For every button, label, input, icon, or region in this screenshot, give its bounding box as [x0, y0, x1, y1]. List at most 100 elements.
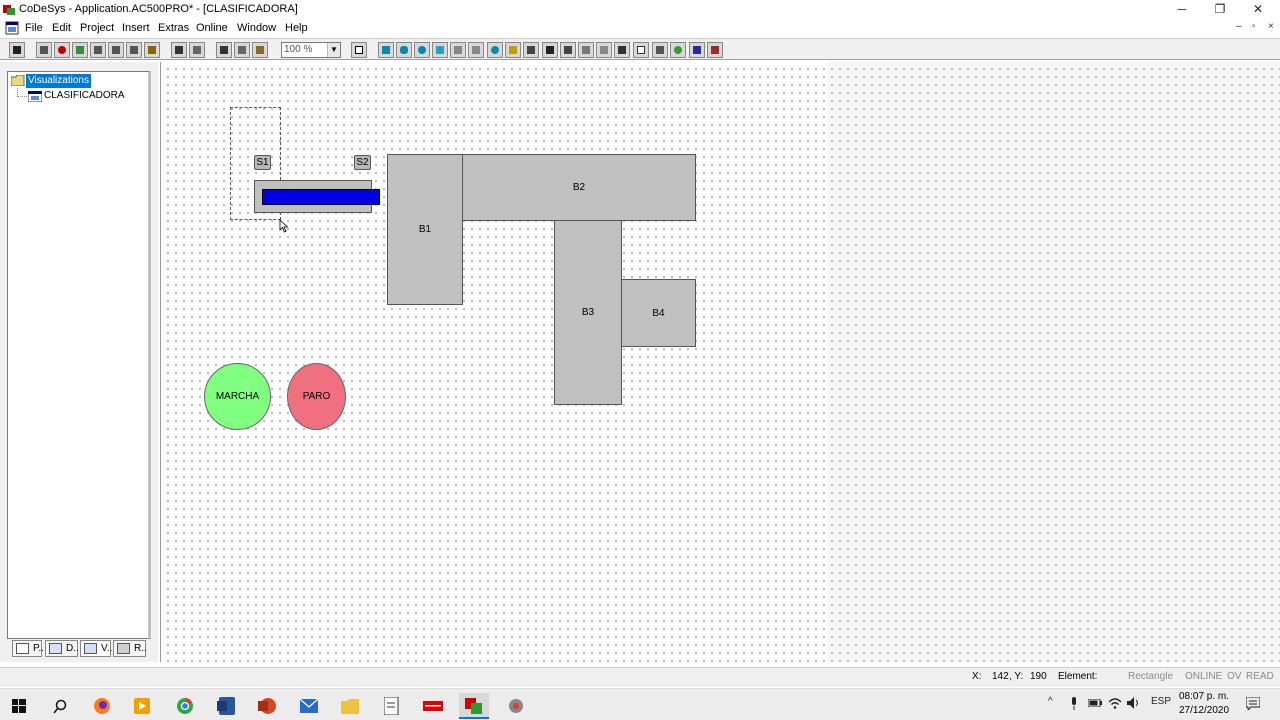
mdi-close-button[interactable]: ×	[1268, 21, 1274, 32]
explorer-icon[interactable]	[335, 693, 365, 719]
coord-y-value: 190	[1030, 671, 1047, 682]
cut-2-icon[interactable]	[216, 42, 232, 58]
resources-icon	[117, 643, 130, 654]
copy-2-icon[interactable]	[234, 42, 250, 58]
search-icon[interactable]	[45, 693, 75, 719]
visualization-canvas[interactable]: S1 S2 B1 B2 B3 B4 MARCHA PARO	[160, 62, 1280, 662]
conveyor-bar[interactable]	[262, 189, 380, 205]
bin-b3-label: B3	[581, 307, 595, 318]
codesys-icon[interactable]	[459, 693, 489, 719]
battery-icon[interactable]	[1088, 699, 1102, 707]
ellipse-tool-icon[interactable]	[414, 42, 430, 58]
step-in-icon[interactable]	[108, 42, 124, 58]
tab-resources[interactable]: R..	[113, 640, 147, 657]
minimize-button[interactable]: ─	[1162, 0, 1202, 19]
scrollbar-tool-icon[interactable]	[652, 42, 668, 58]
grid-tool-icon[interactable]	[614, 42, 630, 58]
menu-insert[interactable]: Insert	[122, 22, 150, 34]
copy-icon[interactable]	[189, 42, 205, 58]
bin-b4[interactable]: B4	[621, 279, 696, 347]
sensor-s2-label[interactable]: S2	[354, 155, 371, 170]
clock[interactable]: 08:07 p. m. 27/12/2020	[1174, 690, 1234, 718]
pou-icon	[16, 643, 29, 654]
visualization-tool-icon[interactable]	[523, 42, 539, 58]
notifications-icon[interactable]	[1246, 697, 1260, 710]
tab-data-types[interactable]: D..	[45, 640, 79, 657]
rectangle-tool-icon[interactable]	[378, 42, 394, 58]
document-icon[interactable]	[5, 21, 19, 35]
abb-icon[interactable]	[418, 693, 448, 719]
paste-icon[interactable]	[252, 42, 268, 58]
menu-edit[interactable]: Edit	[52, 22, 71, 34]
element-label: Element:	[1058, 671, 1098, 682]
select-pointer-icon[interactable]	[351, 42, 367, 58]
firefox-icon[interactable]	[87, 693, 117, 719]
read-indicator: READ	[1246, 671, 1274, 682]
tree-connector	[18, 96, 27, 97]
paro-label: PARO	[302, 391, 331, 402]
zoom-select[interactable]: 100 % ▼	[281, 42, 341, 58]
microphone-icon[interactable]	[1070, 697, 1078, 710]
polygon-tool-icon[interactable]	[432, 42, 448, 58]
powerpoint-icon[interactable]	[252, 693, 282, 719]
curve-tool-icon[interactable]	[468, 42, 484, 58]
chrome-icon[interactable]	[170, 693, 200, 719]
menu-file[interactable]: File	[25, 22, 43, 34]
close-button[interactable]: ✕	[1238, 0, 1278, 19]
codesys-2-icon[interactable]	[501, 693, 531, 719]
mail-icon[interactable]	[294, 693, 324, 719]
meter-tool-icon[interactable]	[670, 42, 686, 58]
app-icon[interactable]	[127, 693, 157, 719]
polyline-tool-icon[interactable]	[450, 42, 466, 58]
step-over-icon[interactable]	[90, 42, 106, 58]
cut-icon[interactable]	[171, 42, 187, 58]
start-icon[interactable]	[4, 693, 34, 719]
tree-node-clasificadora[interactable]: CLASIFICADORA	[44, 89, 125, 103]
chevron-up-icon[interactable]: ^	[1048, 696, 1053, 707]
bin-b1[interactable]: B1	[387, 154, 463, 305]
pie-tool-icon[interactable]	[487, 42, 503, 58]
language-indicator[interactable]: ESP	[1151, 696, 1171, 707]
histogram-tool-icon[interactable]	[707, 42, 723, 58]
coord-y-label: , Y:	[1009, 671, 1024, 682]
restore-button[interactable]: ❐	[1200, 0, 1240, 19]
volume-icon[interactable]	[1127, 697, 1141, 709]
mdi-restore-button[interactable]: ▫	[1252, 21, 1256, 32]
chevron-down-icon[interactable]: ▼	[327, 43, 340, 57]
activex-tool-icon[interactable]	[596, 42, 612, 58]
menu-online[interactable]: Online	[196, 22, 228, 34]
login-icon[interactable]	[36, 42, 52, 58]
rounded-rectangle-tool-icon[interactable]	[396, 42, 412, 58]
menu-help[interactable]: Help	[285, 22, 308, 34]
bin-b2[interactable]: B2	[462, 154, 696, 221]
word-icon[interactable]	[211, 693, 241, 719]
tree-node-visualizations[interactable]: Visualizations	[26, 74, 91, 88]
stop-icon[interactable]	[54, 42, 70, 58]
coord-x-label: X:	[972, 671, 982, 682]
button-tool-icon[interactable]	[542, 42, 558, 58]
run-icon[interactable]	[72, 42, 88, 58]
menu-extras[interactable]: Extras	[158, 22, 189, 34]
table-tool-icon[interactable]	[578, 42, 594, 58]
wifi-icon[interactable]	[1108, 697, 1122, 709]
tab-pous[interactable]: P..	[12, 640, 44, 657]
online-indicator: ONLINE	[1185, 671, 1223, 682]
bar-display-tool-icon[interactable]	[689, 42, 705, 58]
notepad-icon[interactable]	[377, 693, 407, 719]
bin-b3[interactable]: B3	[554, 220, 622, 405]
visualizations-tree: Visualizations CLASIFICADORA	[7, 71, 151, 639]
paro-button[interactable]: PARO	[287, 363, 346, 430]
write-values-icon[interactable]	[144, 42, 160, 58]
wmf-tool-icon[interactable]	[560, 42, 576, 58]
text-tool-icon[interactable]	[633, 42, 649, 58]
marcha-button[interactable]: MARCHA	[204, 363, 271, 430]
menu-project[interactable]: Project	[80, 22, 114, 34]
menu-window[interactable]: Window	[237, 22, 276, 34]
mdi-minimize-button[interactable]: –	[1236, 21, 1242, 32]
single-cycle-icon[interactable]	[126, 42, 142, 58]
sensor-s1-label[interactable]: S1	[254, 155, 271, 170]
bitmap-tool-icon[interactable]	[505, 42, 521, 58]
save-icon[interactable]	[9, 42, 25, 58]
toolbar: 100 % ▼	[0, 38, 1280, 60]
tab-visualizations[interactable]: V..	[80, 640, 112, 657]
